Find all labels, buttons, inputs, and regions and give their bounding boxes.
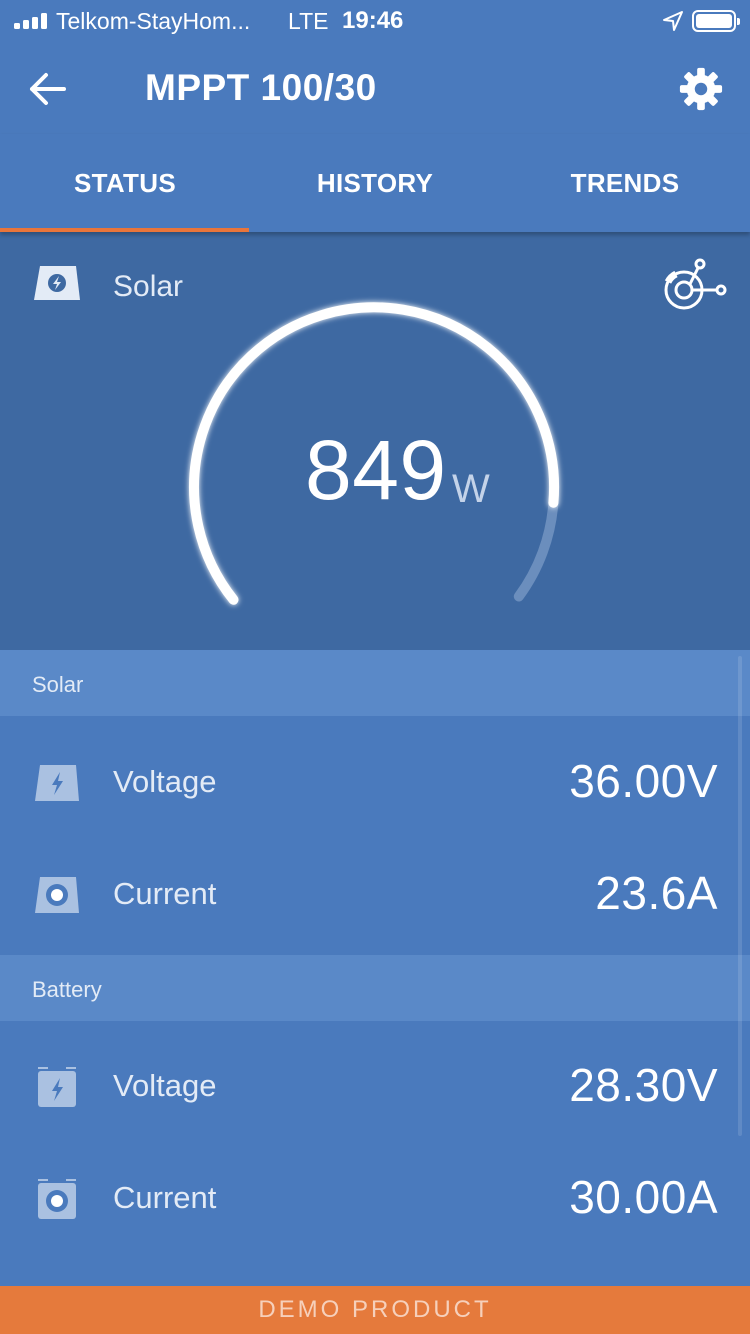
tab-trends[interactable]: TRENDS	[500, 134, 750, 232]
list-item-solar-current[interactable]: Current 23.6A	[0, 839, 750, 951]
gauge-value: 849	[305, 423, 447, 517]
battery-current-icon	[38, 1179, 76, 1219]
list-item-battery-current[interactable]: Current 30.00A	[0, 1143, 750, 1255]
gauge-label: Solar	[113, 270, 184, 303]
network-type: LTE	[288, 8, 329, 34]
status-bar: Telkom-StayHom... LTE 19:46	[0, 0, 750, 44]
tab-history[interactable]: HISTORY	[250, 134, 500, 232]
row-value: 23.6A	[595, 867, 718, 919]
solar-gauge-card: Solar 849 W	[0, 232, 750, 650]
row-label: Current	[113, 876, 217, 911]
voltage-icon	[35, 765, 79, 801]
section-title: Battery	[32, 977, 102, 1002]
row-label: Voltage	[113, 1068, 217, 1103]
row-label: Current	[113, 1180, 217, 1215]
row-value: 36.00V	[569, 755, 718, 807]
carrier-name: Telkom-StayHom...	[56, 8, 251, 34]
active-tab-indicator	[0, 228, 249, 232]
current-icon	[35, 877, 79, 913]
arrow-left-icon[interactable]	[24, 68, 70, 110]
section-title: Solar	[32, 672, 84, 697]
signal-icon	[14, 13, 48, 29]
gauge-unit: W	[452, 467, 490, 511]
tab-bar: STATUS HISTORY TRENDS	[0, 134, 750, 232]
tab-status[interactable]: STATUS	[0, 134, 250, 232]
gear-icon[interactable]	[678, 66, 724, 112]
network-connect-icon[interactable]	[660, 258, 728, 316]
gauge-track	[513, 497, 559, 602]
row-label: Voltage	[113, 764, 217, 799]
section-header-solar: Solar	[0, 650, 750, 716]
app-header: MPPT 100/30	[0, 44, 750, 134]
solar-panel-icon	[34, 266, 80, 300]
row-value: 28.30V	[569, 1059, 718, 1111]
scrollbar[interactable]	[738, 656, 742, 1136]
list-item-solar-voltage[interactable]: Voltage 36.00V	[0, 727, 750, 839]
demo-product-banner: DEMO PRODUCT	[0, 1286, 750, 1334]
status-time: 19:46	[342, 7, 404, 34]
section-header-battery: Battery	[0, 955, 750, 1021]
battery-icon	[692, 10, 740, 32]
app-root: Telkom-StayHom... LTE 19:46 MPPT 100/30	[0, 0, 750, 1334]
list-item-battery-voltage[interactable]: Voltage 28.30V	[0, 1031, 750, 1143]
page-title: MPPT 100/30	[145, 67, 377, 108]
location-arrow-icon	[663, 11, 683, 31]
row-value: 30.00A	[569, 1171, 718, 1223]
battery-voltage-icon	[38, 1067, 76, 1107]
